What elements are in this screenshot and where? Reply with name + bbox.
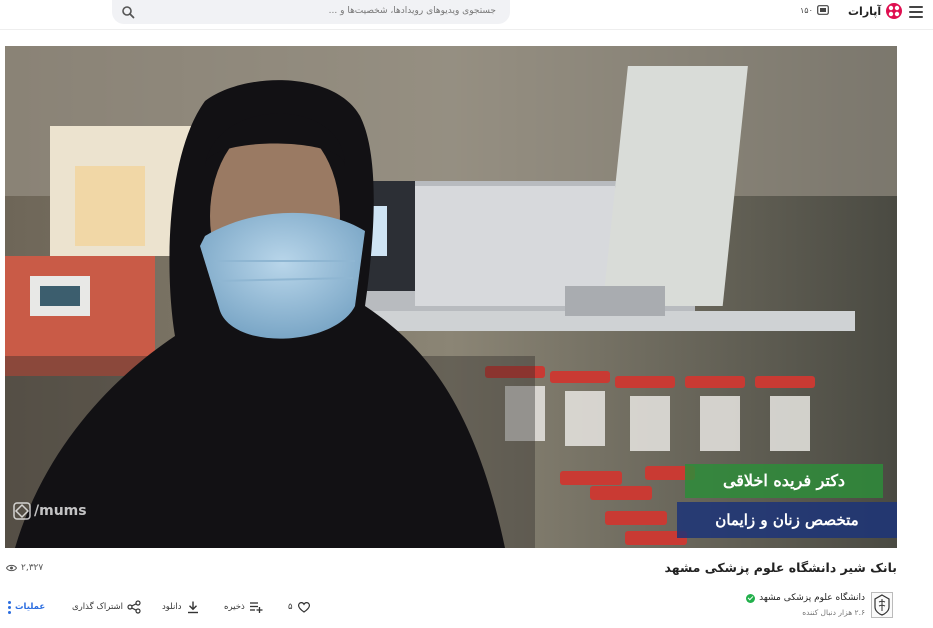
- operations-label: عملیات: [15, 602, 46, 612]
- video-list-icon: [816, 5, 829, 15]
- download-button[interactable]: دانلود: [162, 596, 200, 618]
- channel-name-text: دانشگاه علوم پزشکی مشهد: [759, 593, 865, 603]
- download-icon: [187, 601, 198, 614]
- share-label: اشتراک گذاری: [72, 602, 124, 612]
- save-label: ذخیره: [224, 602, 245, 612]
- aparat-logo-icon: [886, 3, 903, 19]
- menu-icon[interactable]: [909, 6, 923, 18]
- aparat-logo[interactable]: آپارات: [848, 2, 903, 20]
- operations-button[interactable]: عملیات: [8, 596, 45, 618]
- more-vertical-icon: [8, 599, 11, 616]
- lower-third-name: دکتر فریده اخلاقی: [685, 464, 883, 498]
- search-placeholder[interactable]: جستجوی ویدیوهای رویدادها، شخصیت‌ها و ...: [329, 6, 496, 16]
- playlist-add-icon: [249, 602, 263, 613]
- logo-text: آپارات: [848, 4, 882, 18]
- share-button[interactable]: اشتراک گذاری: [72, 596, 141, 618]
- download-label: دانلود: [162, 602, 182, 612]
- upload-counter[interactable]: ۱۵۰: [800, 5, 829, 15]
- university-emblem-icon: [874, 594, 890, 616]
- eye-icon: [6, 564, 17, 572]
- video-title: بانک شیر دانشگاه علوم پزشکی مشهد: [664, 560, 897, 575]
- search-box[interactable]: جستجوی ویدیوهای رویدادها، شخصیت‌ها و ...: [112, 0, 510, 24]
- follower-count: ۲.۶ هزار دنبال کننده: [802, 608, 865, 617]
- lower-third-title: متخصص زنان و زایمان: [677, 502, 897, 538]
- channel-name[interactable]: دانشگاه علوم پزشکی مشهد: [746, 593, 865, 603]
- view-count-value: ۲,۳۲۷: [21, 563, 44, 573]
- channel-watermark: /mums: [13, 502, 87, 520]
- watermark-logo-icon: [13, 502, 31, 520]
- channel-avatar[interactable]: [871, 592, 893, 618]
- like-button[interactable]: ۵: [288, 596, 311, 618]
- counter-value: ۱۵۰: [800, 5, 813, 15]
- search-icon[interactable]: [121, 5, 135, 19]
- like-count: ۵: [288, 602, 293, 612]
- view-count: ۲,۳۲۷: [6, 563, 43, 573]
- save-button[interactable]: ذخیره: [224, 596, 263, 618]
- share-icon: [127, 600, 141, 614]
- heart-icon: [297, 602, 310, 613]
- top-header: جستجوی ویدیوهای رویدادها، شخصیت‌ها و ...…: [0, 0, 933, 30]
- video-player[interactable]: /mums دکتر فریده اخلاقی متخصص زنان و زای…: [5, 46, 897, 548]
- watermark-text: /mums: [34, 503, 87, 519]
- verified-icon: [746, 593, 756, 603]
